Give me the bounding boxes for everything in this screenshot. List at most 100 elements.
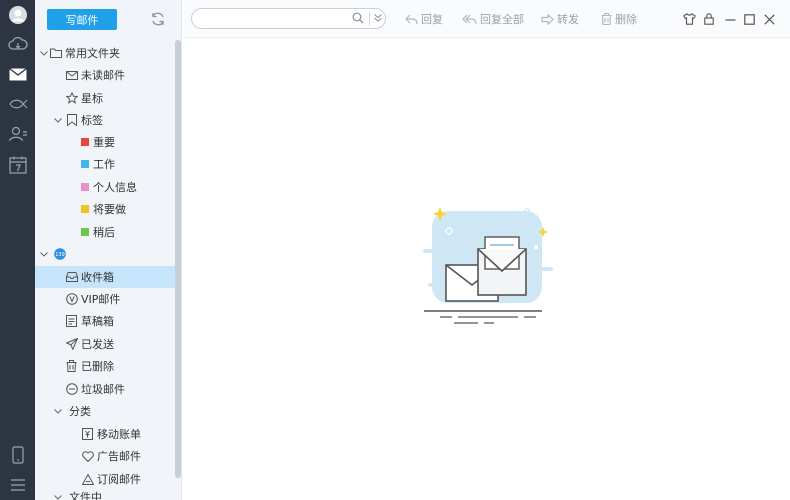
tag-swatch <box>81 138 89 146</box>
tag-item-label: 工作 <box>93 158 115 171</box>
folder-item-label: 已删除 <box>81 360 114 373</box>
tag-swatch <box>81 183 89 191</box>
forward-icon <box>541 13 554 25</box>
account-badge: 139 <box>55 252 65 258</box>
search-icon[interactable] <box>352 12 364 27</box>
tag-item-label: 稍后 <box>93 226 115 239</box>
forward-label: 转发 <box>557 13 579 26</box>
envelope-icon <box>65 69 78 82</box>
trash-icon <box>65 360 78 373</box>
category-item-label: 订阅邮件 <box>97 473 141 486</box>
reply-all-label: 回复全部 <box>480 13 524 26</box>
tag-item-label: 重要 <box>93 136 115 149</box>
folder-item-categories[interactable]: 分类 <box>35 400 175 422</box>
contacts-icon[interactable] <box>0 119 35 149</box>
folder-item-label: 分类 <box>69 405 91 418</box>
chevron-down-icon[interactable] <box>39 249 49 259</box>
search-box[interactable] <box>191 8 386 29</box>
chevron-down-icon[interactable] <box>53 492 63 500</box>
double-chevron-down-icon[interactable] <box>373 13 383 26</box>
tag-item[interactable]: 稍后 <box>35 221 175 243</box>
folder-item-file-center[interactable]: 文件中 <box>35 490 175 500</box>
folder-item-label: 未读邮件 <box>81 69 125 82</box>
calendar-icon[interactable] <box>0 150 35 180</box>
folder-item-label: 星标 <box>81 92 103 105</box>
folder-item-label: 草稿箱 <box>81 315 114 328</box>
mail-app: 写邮件 常用文件夹 未读邮件 星标 标签 重要 工作 个人信息 将要做 稍后 1… <box>0 0 790 500</box>
folder-item-drafts[interactable]: 草稿箱 <box>35 310 175 332</box>
trash-icon <box>601 13 612 25</box>
account-group[interactable]: 139 <box>35 243 175 265</box>
spam-icon <box>65 383 78 396</box>
tag-swatch <box>81 160 89 168</box>
send-icon <box>65 338 78 351</box>
left-rail <box>0 0 35 500</box>
reply-button[interactable]: 回复 <box>405 11 443 27</box>
chevron-down-icon[interactable] <box>39 48 49 58</box>
tag-swatch <box>81 205 89 213</box>
account-badge-icon: 139 <box>53 248 66 261</box>
reply-label: 回复 <box>421 13 443 26</box>
delete-label: 删除 <box>615 13 637 26</box>
phone-icon[interactable] <box>0 440 35 470</box>
search-divider <box>369 12 370 26</box>
folder-item-label: VIP邮件 <box>81 293 121 306</box>
maximize-icon[interactable] <box>741 11 757 27</box>
subscription-icon <box>81 473 94 486</box>
folder-item-label: 文件中 <box>69 491 102 500</box>
folder-item-label: 收件箱 <box>81 271 114 284</box>
folder-item-starred[interactable]: 星标 <box>35 87 175 109</box>
close-icon[interactable] <box>761 11 777 27</box>
menu-icon[interactable] <box>0 470 35 500</box>
delete-button[interactable]: 删除 <box>601 11 637 27</box>
folder-group-title: 常用文件夹 <box>65 47 120 60</box>
fish-icon[interactable] <box>0 89 35 119</box>
folder-item-inbox[interactable]: 收件箱 <box>35 266 175 288</box>
forward-button[interactable]: 转发 <box>541 11 579 27</box>
empty-mailbox-illustration <box>418 205 558 333</box>
skin-icon[interactable] <box>681 11 697 27</box>
category-item[interactable]: 移动账单 <box>35 423 175 445</box>
cloud-icon[interactable] <box>0 29 35 59</box>
folder-item-sent[interactable]: 已发送 <box>35 333 175 355</box>
vip-icon <box>65 293 78 306</box>
tag-item-label: 将要做 <box>93 203 126 216</box>
tag-item[interactable]: 重要 <box>35 131 175 153</box>
folder-item-deleted[interactable]: 已删除 <box>35 355 175 377</box>
tag-swatch <box>81 228 89 236</box>
tag-icon <box>65 114 78 127</box>
ad-icon <box>81 450 94 463</box>
folder-group-common[interactable]: 常用文件夹 <box>35 42 175 64</box>
chevron-down-icon[interactable] <box>53 406 63 416</box>
category-item-label: 移动账单 <box>97 428 141 441</box>
folder-item-vip[interactable]: VIP邮件 <box>35 288 175 310</box>
reply-all-button[interactable]: 回复全部 <box>462 11 524 27</box>
tag-item[interactable]: 个人信息 <box>35 176 175 198</box>
folder-item-label: 已发送 <box>81 338 114 351</box>
tag-item[interactable]: 将要做 <box>35 198 175 220</box>
lock-icon[interactable] <box>701 11 717 27</box>
sync-icon[interactable] <box>149 10 167 28</box>
folder-item-unread[interactable]: 未读邮件 <box>35 64 175 86</box>
inbox-icon <box>65 271 78 284</box>
tag-item[interactable]: 工作 <box>35 153 175 175</box>
compose-button[interactable]: 写邮件 <box>47 9 117 30</box>
bill-icon <box>81 428 94 441</box>
chevron-down-icon[interactable] <box>53 115 63 125</box>
folder-item-spam[interactable]: 垃圾邮件 <box>35 378 175 400</box>
minimize-icon[interactable] <box>722 11 738 27</box>
search-input[interactable] <box>200 11 350 26</box>
star-icon <box>65 92 78 105</box>
reply-icon <box>405 14 418 24</box>
category-item[interactable]: 订阅邮件 <box>35 468 175 490</box>
category-item[interactable]: 广告邮件 <box>35 445 175 467</box>
folder-scrollbar[interactable] <box>175 40 181 478</box>
folder-item-tags[interactable]: 标签 <box>35 109 175 131</box>
mail-icon[interactable] <box>0 59 35 89</box>
folder-item-label: 标签 <box>81 114 103 127</box>
folder-panel: 写邮件 常用文件夹 未读邮件 星标 标签 重要 工作 个人信息 将要做 稍后 1… <box>35 0 182 500</box>
avatar-icon[interactable] <box>0 0 35 30</box>
category-item-label: 广告邮件 <box>97 450 141 463</box>
message-toolbar: 回复 回复全部 转发 删除 <box>183 0 790 38</box>
folder-icon <box>49 47 62 60</box>
